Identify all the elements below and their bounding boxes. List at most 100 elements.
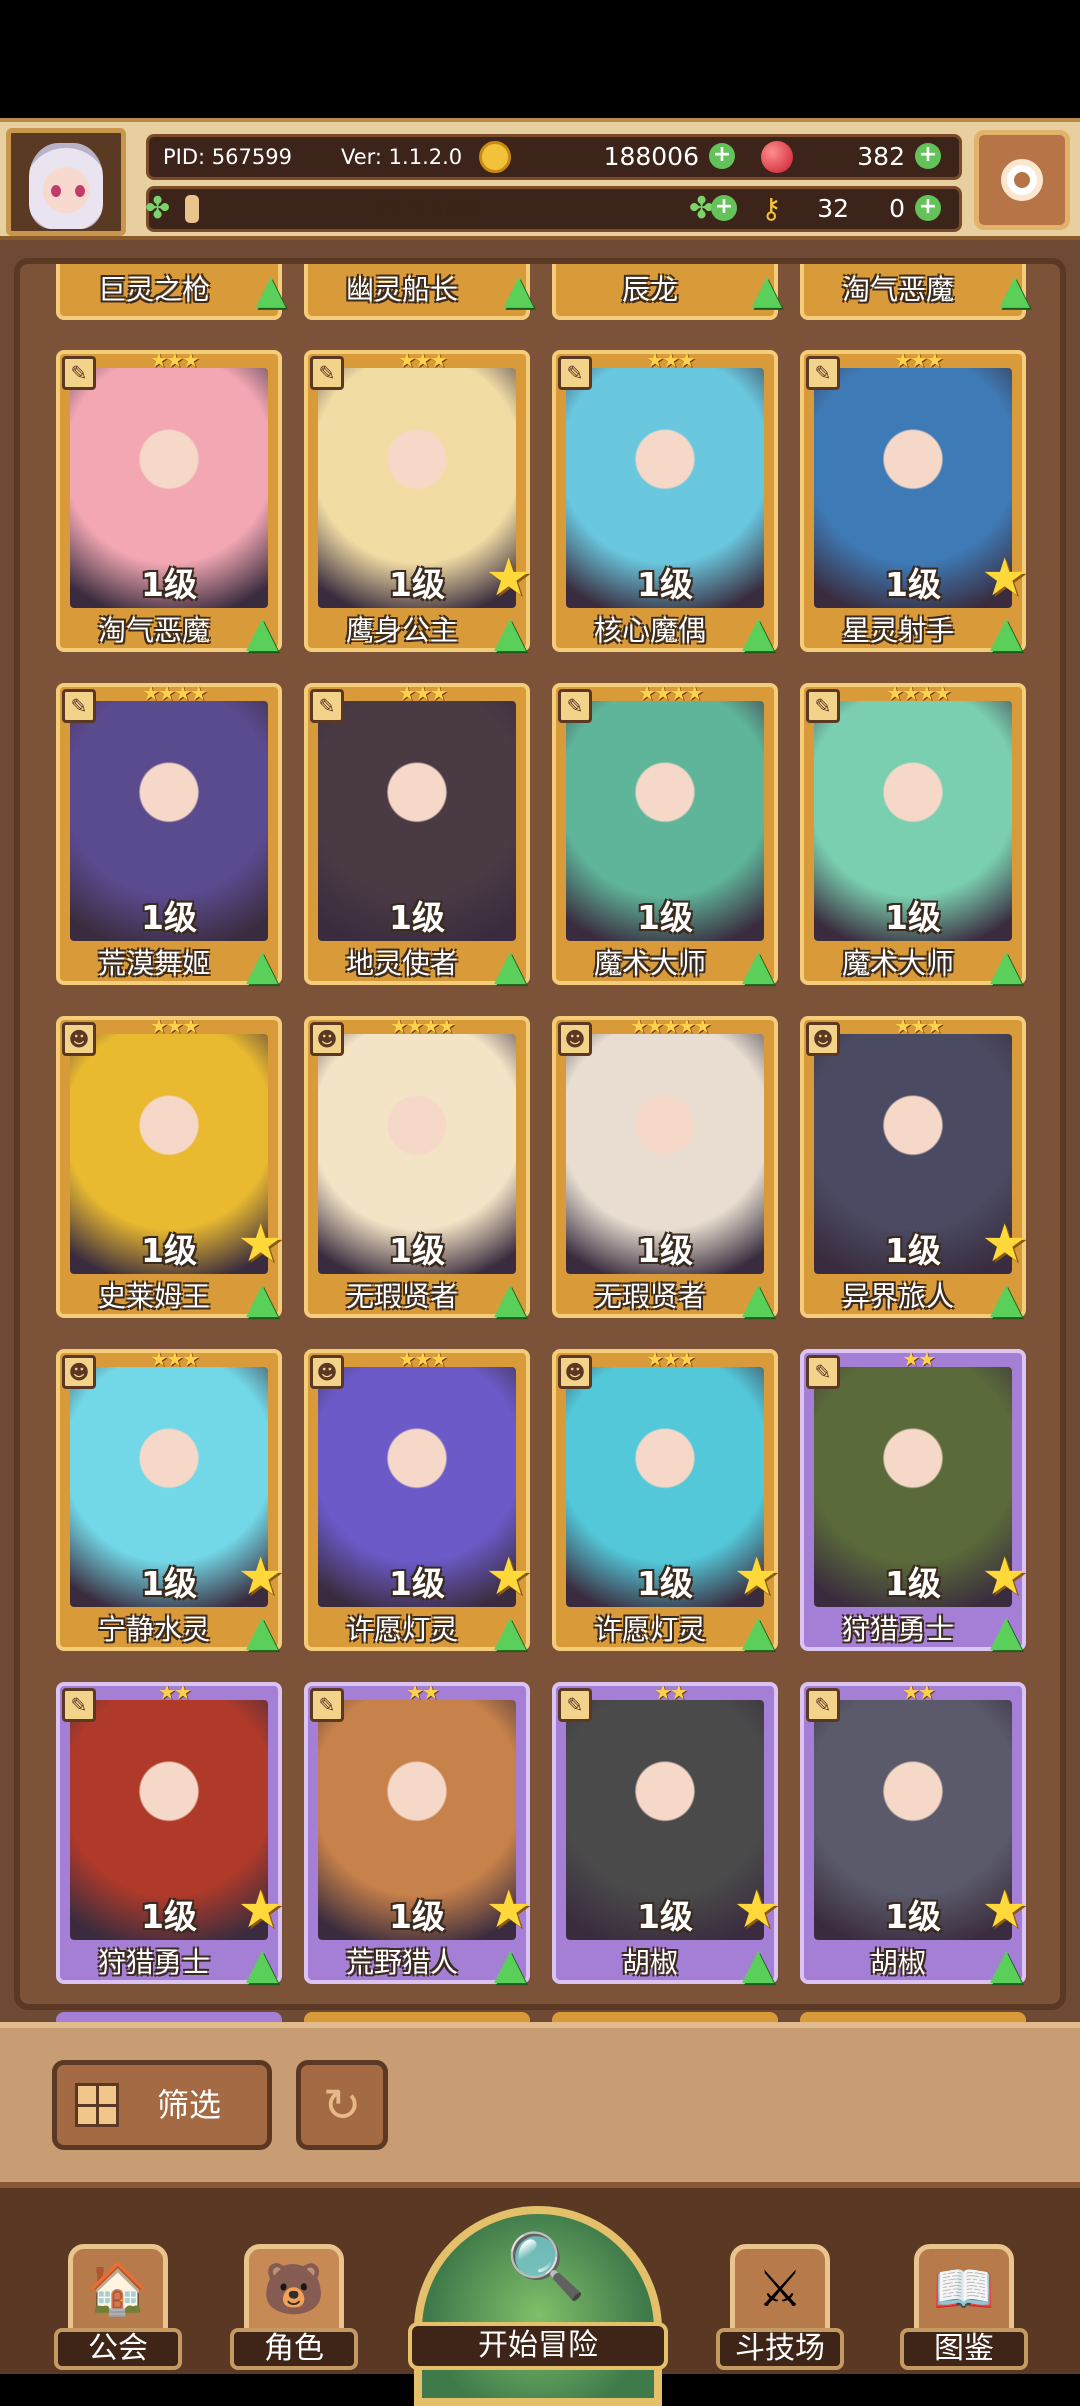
list-controls: 筛选 ↻ xyxy=(0,2022,1080,2182)
character-card[interactable]: ✎ ★★★★ 1级 魔术大师 ▲ xyxy=(552,681,778,989)
role-class-icon: ✎ xyxy=(558,1688,592,1722)
add-keys-button[interactable]: + xyxy=(915,195,941,221)
character-name: 地灵使者 xyxy=(345,947,458,980)
settings-button[interactable] xyxy=(974,130,1070,230)
role-class-icon: ☻ xyxy=(62,1355,96,1389)
nav-character[interactable]: 🐻 角色 xyxy=(230,2224,358,2374)
partial-character-card[interactable]: 幽灵船长 ▲ xyxy=(304,264,534,320)
upgrade-arrow-icon: ▲ xyxy=(989,1939,1023,1988)
character-card[interactable]: ✎ ★★ 1级 ★ 狩猎勇士 ▲ xyxy=(800,1347,1028,1655)
upgrade-arrow-icon: ▲ xyxy=(999,267,1030,313)
rarity-stars: ★★★ xyxy=(150,1347,200,1371)
character-card[interactable]: ✎ ★★★ 1级 地灵使者 ▲ xyxy=(304,681,530,989)
featured-star-icon: ★ xyxy=(733,1547,780,1607)
guild-house-icon: 🏠 xyxy=(86,2260,150,2318)
character-card[interactable]: ✎ ★★ 1级 ★ 荒野猎人 ▲ xyxy=(304,1680,532,1988)
featured-star-icon: ★ xyxy=(981,1214,1028,1274)
rarity-stars: ★★ xyxy=(406,1680,440,1704)
rarity-stars: ★★★ xyxy=(646,348,696,372)
upgrade-arrow-icon: ▲ xyxy=(493,1273,527,1322)
upgrade-arrow-icon: ▲ xyxy=(255,267,286,313)
character-card[interactable]: ✎ ★★★ 1级 ★ 星灵射手 ▲ xyxy=(800,348,1028,656)
featured-star-icon: ★ xyxy=(237,1214,284,1274)
character-name: 幽灵船长 xyxy=(345,273,458,306)
character-name: 异界旅人 xyxy=(841,1280,954,1313)
role-class-icon: ☻ xyxy=(310,1022,344,1056)
rarity-stars: ★★★ xyxy=(398,348,448,372)
reset-filter-button[interactable]: ↻ xyxy=(296,2060,388,2150)
nav-guild[interactable]: 🏠 公会 xyxy=(54,2224,182,2374)
upgrade-arrow-icon: ▲ xyxy=(751,267,782,313)
role-class-icon: ☻ xyxy=(310,1355,344,1389)
rarity-stars: ★★★ xyxy=(646,1347,696,1371)
avatar-eye xyxy=(75,185,85,197)
character-card[interactable]: ✎ ★★★ 1级 淘气恶魔 ▲ xyxy=(56,348,282,656)
character-name: 巨灵之枪 xyxy=(97,273,210,306)
character-name: 辰龙 xyxy=(621,273,678,306)
character-level: 1级 xyxy=(141,898,197,937)
nav-codex[interactable]: 📖 图鉴 xyxy=(900,2224,1028,2374)
character-card[interactable]: ☻ ★★★ 1级 ★ 许愿灯灵 ▲ xyxy=(552,1347,780,1655)
character-name: 胡椒 xyxy=(869,1946,926,1979)
character-name: 狩猎勇士 xyxy=(841,1613,954,1646)
upgrade-arrow-icon: ▲ xyxy=(741,607,775,656)
rarity-stars: ★★★ xyxy=(894,1014,944,1038)
character-name: 鹰身公主 xyxy=(345,614,458,647)
upgrade-arrow-icon: ▲ xyxy=(989,1606,1023,1655)
start-adventure-button[interactable]: 🔍 开始冒险 xyxy=(408,2202,668,2406)
role-class-icon: ✎ xyxy=(806,1355,840,1389)
character-card[interactable]: ☻ ★★★★ 1级 无瑕贤者 ▲ xyxy=(304,1014,530,1322)
status-bar-area xyxy=(0,0,1080,118)
gear-icon-hole xyxy=(1014,172,1030,188)
role-class-icon: ✎ xyxy=(62,689,96,723)
key-icon: ⚷ xyxy=(761,192,782,225)
upgrade-arrow-icon: ▲ xyxy=(493,607,527,656)
filter-button[interactable]: 筛选 xyxy=(52,2060,272,2150)
add-gems-button[interactable]: + xyxy=(915,143,941,169)
character-name: 宁静水灵 xyxy=(97,1613,210,1646)
player-avatar[interactable] xyxy=(6,128,126,236)
upgrade-arrow-icon: ▲ xyxy=(741,1939,775,1988)
upgrade-arrow-icon: ▲ xyxy=(245,1273,279,1322)
nav-arena[interactable]: ⚔ 斗技场 xyxy=(716,2224,844,2374)
avatar-face xyxy=(29,143,103,229)
character-card[interactable]: ☻ ★★★ 1级 ★ 异界旅人 ▲ xyxy=(800,1014,1028,1322)
rarity-stars: ★★★★ xyxy=(142,681,208,705)
role-class-icon: ☻ xyxy=(806,1022,840,1056)
add-clover-button[interactable]: + xyxy=(711,195,737,221)
character-card[interactable]: ✎ ★★★★ 1级 魔术大师 ▲ xyxy=(800,681,1026,989)
character-card[interactable]: ☻ ★★★ 1级 ★ 宁静水灵 ▲ xyxy=(56,1347,284,1655)
character-card[interactable]: ✎ ★★ 1级 ★ 胡椒 ▲ xyxy=(552,1680,780,1988)
character-card[interactable]: ✎ ★★★ 1级 ★ 鹰身公主 ▲ xyxy=(304,348,532,656)
character-level: 1级 xyxy=(141,565,197,604)
character-name: 史莱姆王 xyxy=(97,1280,210,1313)
character-card[interactable]: ✎ ★★ 1级 ★ 狩猎勇士 ▲ xyxy=(56,1680,284,1988)
character-card[interactable]: ✎ ★★★★ 1级 荒漠舞姬 ▲ xyxy=(56,681,282,989)
character-level: 1级 xyxy=(637,1231,693,1270)
rarity-stars: ★★★ xyxy=(150,348,200,372)
role-class-icon: ✎ xyxy=(62,1688,96,1722)
role-class-icon: ☻ xyxy=(558,1355,592,1389)
book-icon: 📖 xyxy=(932,2260,996,2318)
character-card[interactable]: ☻ ★★★ 1级 ★ 许愿灯灵 ▲ xyxy=(304,1347,532,1655)
character-card[interactable]: ☻ ★★★ 1级 ★ 史莱姆王 ▲ xyxy=(56,1014,284,1322)
currency-bar: PID: 567599 Ver: 1.1.2.0 188006 + 382 + xyxy=(146,134,962,180)
add-gold-button[interactable]: + xyxy=(709,143,735,169)
nav-guild-label: 公会 xyxy=(54,2328,182,2370)
rarity-stars: ★★ xyxy=(902,1347,936,1371)
partial-character-card[interactable]: 辰龙 ▲ xyxy=(552,264,782,320)
partial-character-card[interactable]: 淘气恶魔 ▲ xyxy=(800,264,1030,320)
upgrade-arrow-icon: ▲ xyxy=(493,1606,527,1655)
role-class-icon: ✎ xyxy=(310,356,344,390)
character-card[interactable]: ✎ ★★ 1级 ★ 胡椒 ▲ xyxy=(800,1680,1028,1988)
character-card[interactable]: ☻ ★★★★★ 1级 无瑕贤者 ▲ xyxy=(552,1014,778,1322)
rarity-stars: ★★ xyxy=(654,1680,688,1704)
upgrade-arrow-icon: ▲ xyxy=(493,940,527,989)
character-card[interactable]: ✎ ★★★ 1级 核心魔偶 ▲ xyxy=(552,348,778,656)
rarity-stars: ★★★ xyxy=(150,1014,200,1038)
role-class-icon: ✎ xyxy=(310,1688,344,1722)
upgrade-arrow-icon: ▲ xyxy=(741,1273,775,1322)
character-name: 无瑕贤者 xyxy=(345,1280,458,1313)
role-class-icon: ☻ xyxy=(62,1022,96,1056)
partial-character-card[interactable]: 巨灵之枪 ▲ xyxy=(56,264,286,320)
